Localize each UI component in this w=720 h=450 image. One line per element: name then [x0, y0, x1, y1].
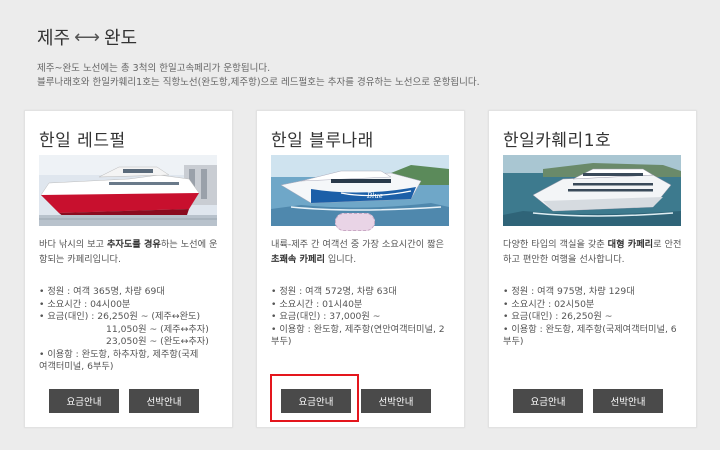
- ship-info-button[interactable]: 선박안내: [129, 389, 199, 413]
- spec-fare: • 요금(대인) : 26,250원 ~ (제주↔완도): [39, 311, 201, 322]
- svg-text:Blue: Blue: [366, 192, 383, 200]
- spec-fare-3: 23,050원 ~ (완도↔추자): [106, 336, 209, 347]
- route-from: 제주: [37, 28, 71, 49]
- description-line-1: 제주~완도 노선에는 총 3척의 한일고속페리가 운항됩니다.: [37, 63, 271, 74]
- ship-specs: • 정원 : 여객 572명, 차량 63대 • 소요시간 : 01시40분 •…: [271, 286, 461, 349]
- description-line-2: 블루나래호와 한일카훼리1호는 직항노선(완도항,제주항)으로 레드펄호는 추자…: [37, 77, 480, 88]
- red-ferry-image: [39, 155, 217, 226]
- spec-capacity: • 정원 : 여객 975명, 차량 129대: [503, 286, 635, 297]
- spec-duration: • 소요시간 : 04시00분: [39, 298, 131, 310]
- spec-duration: • 소요시간 : 02시50분: [503, 298, 595, 310]
- spec-duration: • 소요시간 : 01시40분: [271, 298, 363, 310]
- ship-card-red-pearl: 한일 레드펄 바다 낚시의 보고 추자도를 경유하는 노선에 운항되는 카페리입…: [24, 110, 233, 428]
- fare-info-button[interactable]: 요금안내: [281, 389, 351, 413]
- ship-specs: • 정원 : 여객 365명, 차량 69대 • 소요시간 : 04시00분 •…: [39, 286, 229, 374]
- spec-port: • 이용항 : 완도항, 하추자항, 제주항(국제여객터미널, 6부두): [39, 348, 199, 373]
- route-to: 완도: [103, 28, 138, 49]
- spec-fare-2: 11,050원 ~ (제주↔추자): [106, 323, 209, 335]
- carferry-image: [503, 155, 681, 226]
- spec-capacity: • 정원 : 여객 365명, 차량 69대: [39, 286, 165, 297]
- spec-fare: • 요금(대인) : 26,250원 ~: [503, 311, 613, 322]
- fare-info-button[interactable]: 요금안내: [49, 389, 119, 413]
- ship-summary: 내륙-제주 간 여객선 중 가장 소요시간이 짧은 초쾌속 카페리 입니다.: [271, 239, 444, 265]
- decorative-sticker: [335, 213, 375, 231]
- spec-port: • 이용항 : 완도항, 제주항(연안여객터미널, 2부두): [271, 323, 445, 348]
- spec-capacity: • 정원 : 여객 572명, 차량 63대: [271, 286, 397, 297]
- ship-specs: • 정원 : 여객 975명, 차량 129대 • 소요시간 : 02시50분 …: [503, 286, 693, 349]
- ship-name: 한일 레드펄: [39, 131, 126, 151]
- ship-card-blue-narae: 한일 블루나래 Blue 내륙-제주 간 여객선 중 가장 소요시간이 짧은 초…: [256, 110, 465, 428]
- ship-name: 한일 블루나래: [271, 131, 374, 151]
- ship-summary: 바다 낚시의 보고 추자도를 경유하는 노선에 운항되는 카페리입니다.: [39, 239, 218, 265]
- spec-fare: • 요금(대인) : 37,000원 ~: [271, 311, 381, 322]
- ship-photo: [503, 155, 681, 226]
- ship-name: 한일카훼리1호: [503, 131, 612, 151]
- fare-info-button[interactable]: 요금안내: [513, 389, 583, 413]
- ship-summary: 다양한 타입의 객실을 갖춘 대형 카페리로 안전하고 편안한 여행을 선사합니…: [503, 239, 682, 265]
- ship-photo: [39, 155, 217, 226]
- spec-port: • 이용항 : 완도항, 제주항(국제여객터미널, 6부두): [503, 323, 677, 348]
- ship-card-carferry-1: 한일카훼리1호 다양한 타입의 객실을 갖춘 대형 카페리로 안전하고 편안한 …: [488, 110, 697, 428]
- page-title: 제주 ⟷ 완도: [37, 24, 137, 50]
- ship-info-button[interactable]: 선박안내: [593, 389, 663, 413]
- route-description: 제주~완도 노선에는 총 3척의 한일고속페리가 운항됩니다. 블루나래호와 한…: [37, 62, 697, 90]
- bidirectional-arrow-icon: ⟷: [74, 26, 100, 48]
- ship-info-button[interactable]: 선박안내: [361, 389, 431, 413]
